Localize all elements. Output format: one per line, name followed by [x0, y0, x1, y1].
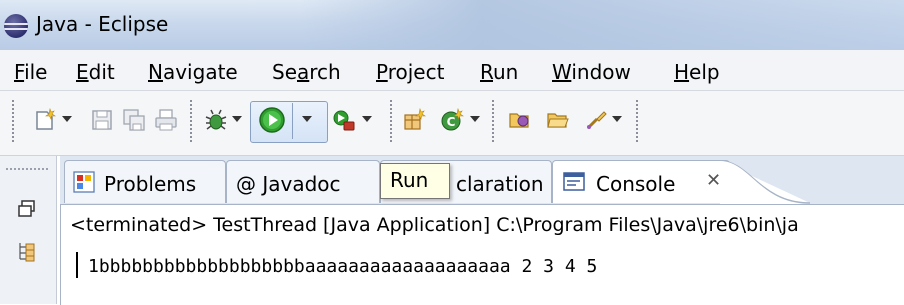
package-explorer-icon[interactable]	[16, 240, 38, 262]
left-trim-stack	[0, 156, 57, 304]
menu-help[interactable]: Help	[674, 60, 720, 84]
toolbar-separator	[390, 100, 392, 144]
debug-dropdown-arrow[interactable]	[232, 116, 242, 122]
menu-project[interactable]: Project	[376, 60, 444, 84]
menu-bar	[0, 50, 904, 91]
toolbar-separator	[190, 100, 192, 144]
toolbar-separator	[636, 100, 638, 144]
tab-console-label: Console	[596, 172, 676, 196]
run-icon[interactable]	[258, 106, 286, 134]
console-icon	[563, 172, 585, 191]
menu-window[interactable]: Window	[552, 60, 631, 84]
tab-problems-label: Problems	[104, 172, 197, 196]
debug-icon[interactable]	[204, 108, 228, 132]
open-folder-icon[interactable]	[546, 108, 570, 132]
new-java-class-icon[interactable]: C	[440, 108, 464, 132]
toolbar-separator	[492, 100, 494, 144]
eclipse-logo-icon[interactable]	[4, 14, 28, 38]
run-dropdown-arrow[interactable]	[302, 116, 312, 122]
console-status-header: <terminated> TestThread [Java Applicatio…	[70, 214, 799, 236]
trim-grip[interactable]	[6, 168, 50, 170]
new-icon[interactable]	[34, 108, 58, 132]
console-output-text[interactable]: 1bbbbbbbbbbbbbbbbbbbaaaaaaaaaaaaaaaaaaa …	[88, 256, 597, 277]
new-dropdown-arrow[interactable]	[62, 116, 72, 122]
search-dropdown-arrow[interactable]	[612, 116, 622, 122]
text-caret	[76, 252, 78, 278]
svg-text:C: C	[447, 115, 456, 129]
menu-edit[interactable]: Edit	[76, 60, 115, 84]
external-tools-dropdown-arrow[interactable]	[362, 116, 372, 122]
restore-icon[interactable]	[16, 198, 38, 220]
window-title: Java - Eclipse	[36, 12, 169, 36]
run-tooltip-text: Run	[390, 168, 429, 192]
tab-declaration-label: claration	[456, 172, 544, 196]
menu-file[interactable]: File	[14, 60, 47, 84]
tab-javadoc-label: @ Javadoc	[236, 172, 341, 196]
external-tools-icon[interactable]	[332, 108, 356, 132]
close-icon[interactable]: ✕	[706, 170, 721, 191]
menu-search[interactable]: Search	[272, 60, 341, 84]
problems-icon	[73, 171, 95, 193]
toolbar-separator	[12, 100, 14, 144]
menu-navigate[interactable]: Navigate	[148, 60, 238, 84]
save-icon	[92, 110, 112, 130]
new-java-package-icon[interactable]	[402, 108, 426, 132]
tab-curve	[720, 160, 810, 204]
save-all-icon	[123, 109, 145, 131]
new-class-dropdown-arrow[interactable]	[470, 116, 480, 122]
search-icon[interactable]	[584, 108, 608, 132]
menu-run[interactable]: Run	[480, 60, 518, 84]
open-type-icon[interactable]	[508, 108, 532, 132]
print-icon	[155, 109, 177, 131]
